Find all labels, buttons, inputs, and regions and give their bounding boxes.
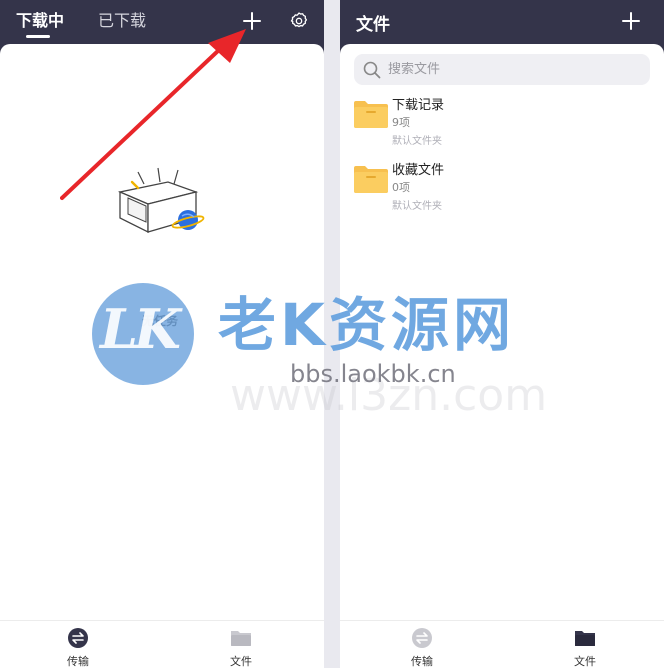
- folder-icon: [354, 166, 388, 193]
- page-title: 文件: [356, 15, 390, 35]
- nav-files[interactable]: 文件: [211, 627, 271, 668]
- files-screen: 文件 下载记录 9项 默认文件夹: [340, 0, 664, 668]
- transfer-icon: [412, 628, 432, 648]
- settings-button[interactable]: [287, 9, 311, 33]
- empty-box-illustration: [117, 167, 205, 234]
- folder-item-count: 0项: [392, 181, 410, 194]
- nav-files[interactable]: 文件: [555, 627, 615, 668]
- folder-type: 默认文件夹: [392, 136, 442, 147]
- nav-files-label: 文件: [574, 655, 596, 668]
- folder-item[interactable]: 收藏文件 0项 默认文件夹: [354, 159, 650, 219]
- folder-type: 默认文件夹: [392, 201, 442, 212]
- gear-icon: [290, 12, 308, 28]
- search-input[interactable]: [388, 62, 608, 77]
- files-content: 下载记录 9项 默认文件夹 收藏文件 0项 默认文件夹: [340, 44, 664, 620]
- plus-icon: [622, 12, 640, 30]
- transfer-content: 无任务: [0, 44, 324, 620]
- nav-transfer[interactable]: 传输: [392, 627, 452, 668]
- folder-icon: [354, 101, 388, 128]
- tab-downloading[interactable]: 下载中: [16, 11, 64, 31]
- empty-state-message: 无任务: [141, 314, 178, 328]
- nav-transfer[interactable]: 传输: [48, 627, 108, 668]
- plus-icon: [243, 12, 261, 30]
- add-folder-button[interactable]: [619, 9, 643, 33]
- transfer-screen: 下载中 已下载 无任务 传输 文件: [0, 0, 324, 668]
- nav-transfer-label: 传输: [67, 655, 89, 668]
- folder-icon: [575, 631, 595, 646]
- folder-icon: [231, 631, 251, 646]
- transfer-icon: [68, 628, 88, 648]
- add-task-button[interactable]: [240, 9, 264, 33]
- transfer-topbar: 下载中 已下载: [0, 0, 324, 44]
- tab-downloaded[interactable]: 已下载: [98, 11, 146, 31]
- bottom-nav: 传输 文件: [0, 620, 324, 668]
- folder-name: 收藏文件: [392, 163, 445, 178]
- files-topbar: 文件: [340, 0, 664, 44]
- folder-item[interactable]: 下载记录 9项 默认文件夹: [354, 94, 650, 154]
- folder-item-count: 9项: [392, 116, 410, 129]
- nav-files-label: 文件: [230, 655, 252, 668]
- search-bar[interactable]: [354, 54, 650, 85]
- folder-name: 下载记录: [392, 98, 445, 113]
- active-tab-indicator: [26, 35, 50, 38]
- search-icon: [363, 61, 381, 78]
- nav-transfer-label: 传输: [411, 655, 433, 668]
- bottom-nav: 传输 文件: [340, 620, 664, 668]
